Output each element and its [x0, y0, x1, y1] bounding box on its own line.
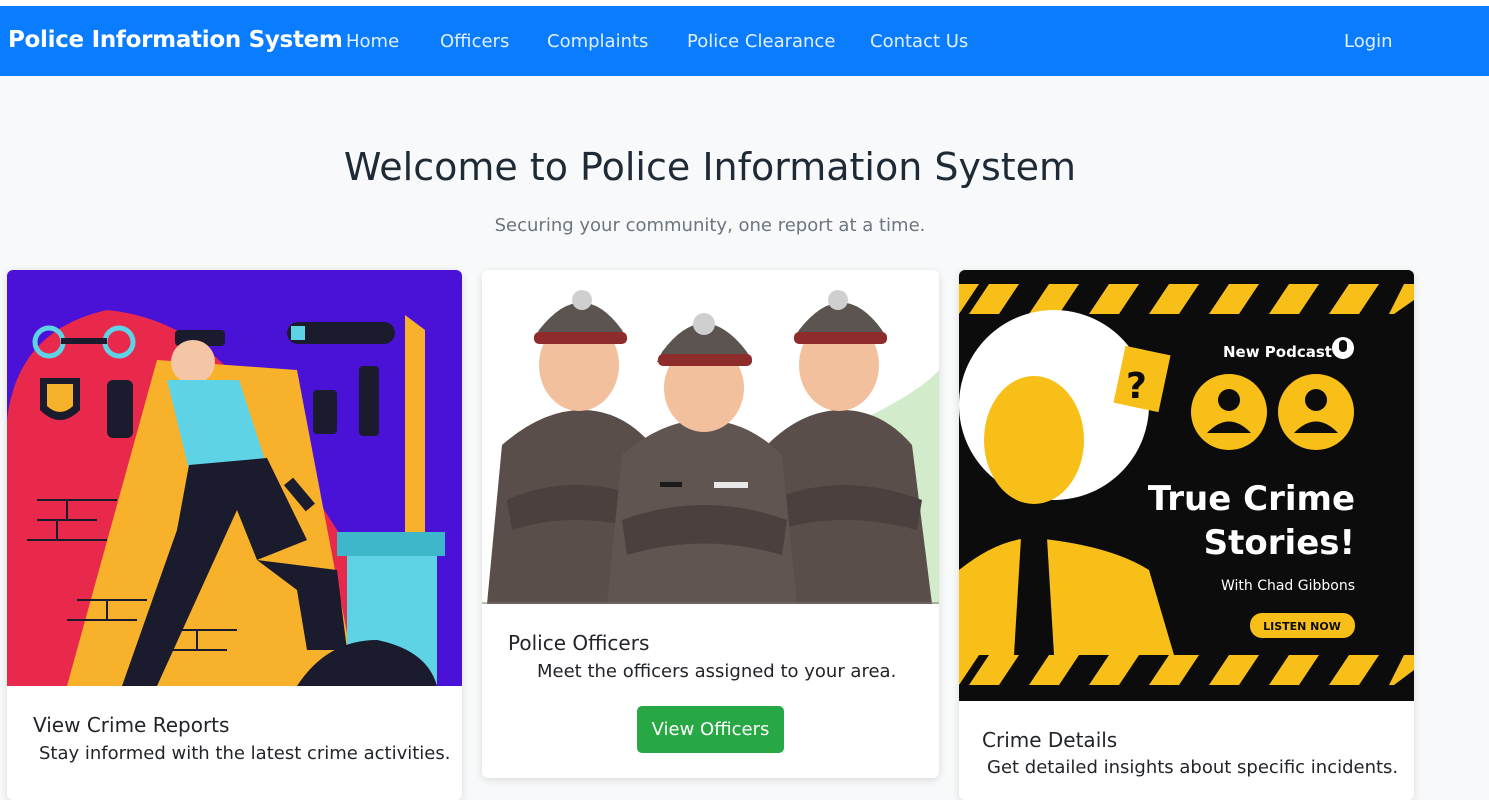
brand-link[interactable]: Police Information System — [8, 27, 343, 53]
navbar: Police Information System Home Officers … — [0, 6, 1489, 76]
police-officer-illustration — [7, 270, 462, 686]
card-crime-reports: View Crime Reports Stay informed with th… — [7, 270, 462, 800]
true-crime-podcast-poster: ? New Podcast True Crime Stories! With C… — [959, 270, 1414, 701]
nav-link-contact-us[interactable]: Contact Us — [870, 31, 968, 52]
poster-cta: LISTEN NOW — [1263, 620, 1341, 633]
nav-link-police-clearance[interactable]: Police Clearance — [687, 31, 835, 52]
card-title: Police Officers — [508, 631, 650, 655]
nav-link-officers[interactable]: Officers — [440, 31, 509, 52]
page-title: Welcome to Police Information System — [343, 145, 1077, 189]
poster-byline: With Chad Gibbons — [1221, 578, 1355, 594]
card-text: Get detailed insights about specific inc… — [987, 757, 1399, 778]
poster-headline-2: Stories! — [1204, 523, 1355, 563]
svg-text:?: ? — [1126, 366, 1147, 407]
card-title: Crime Details — [982, 728, 1118, 752]
card-title: View Crime Reports — [33, 713, 230, 737]
page-subtitle: Securing your community, one report at a… — [494, 215, 926, 236]
card-text: Stay informed with the latest crime acti… — [39, 743, 451, 764]
nav-link-complaints[interactable]: Complaints — [547, 31, 648, 52]
three-officers-illustration — [482, 270, 939, 604]
poster-headline-1: True Crime — [1148, 479, 1355, 519]
card-police-officers: Police Officers Meet the officers assign… — [482, 270, 939, 778]
card-text: Meet the officers assigned to your area. — [537, 661, 897, 682]
card-crime-details: ? New Podcast True Crime Stories! With C… — [959, 270, 1414, 800]
poster-badge: New Podcast — [1223, 343, 1332, 361]
nav-link-home[interactable]: Home — [346, 31, 399, 52]
nav-link-login[interactable]: Login — [1344, 31, 1393, 52]
view-officers-button[interactable]: View Officers — [637, 706, 784, 753]
